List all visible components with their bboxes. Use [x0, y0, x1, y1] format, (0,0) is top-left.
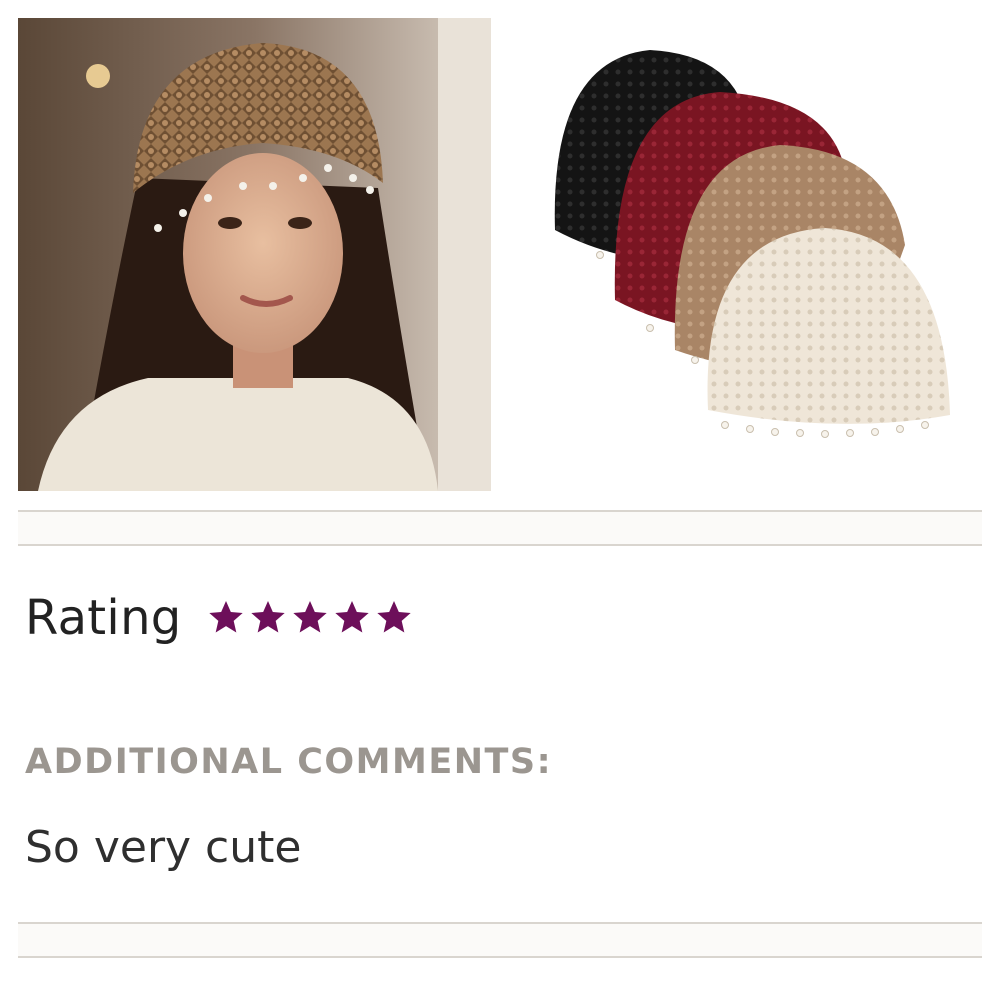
star-icon	[290, 598, 330, 638]
rating-row: Rating	[25, 588, 414, 648]
product-photo-variants[interactable]	[540, 30, 970, 450]
star-icon	[374, 598, 414, 638]
crochet-beanies-four-colors-photo-icon	[554, 50, 950, 438]
woman-wearing-crochet-beanie-photo-icon	[18, 18, 491, 491]
star-rating	[206, 598, 414, 638]
comments-heading: ADDITIONAL COMMENTS:	[25, 742, 553, 782]
review-comment: So very cute	[25, 822, 302, 873]
divider-band-top	[18, 510, 982, 546]
star-icon	[248, 598, 288, 638]
star-icon	[206, 598, 246, 638]
divider-band-bottom	[18, 922, 982, 958]
product-photo-model[interactable]	[18, 18, 491, 491]
rating-label: Rating	[25, 590, 182, 646]
star-icon	[332, 598, 372, 638]
